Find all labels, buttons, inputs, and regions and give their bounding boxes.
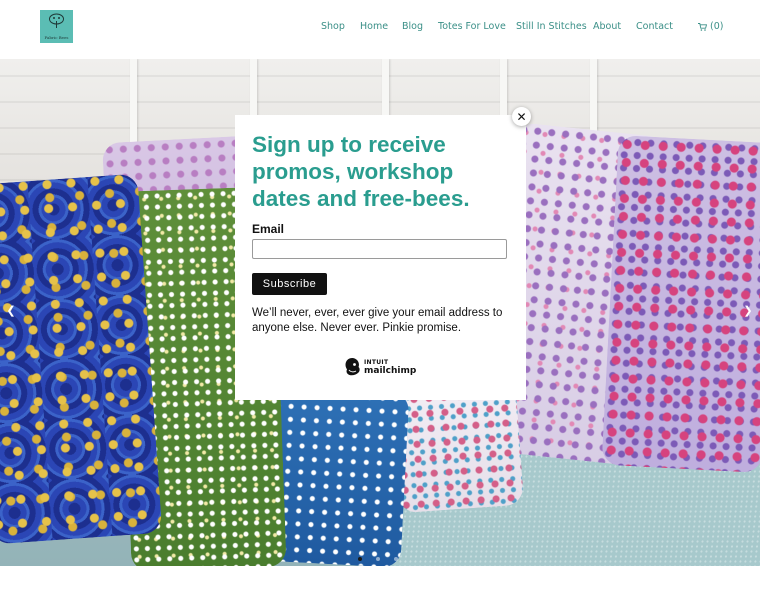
slide-indicators: [358, 557, 398, 561]
site-header: Fabric Bees Shop Home Blog Totes For Lov…: [0, 0, 760, 59]
mailchimp-badge[interactable]: INTUIT mailchimp: [344, 357, 416, 376]
page-below-hero: [0, 566, 760, 600]
brand-name: mailchimp: [364, 365, 417, 376]
site-logo[interactable]: Fabric Bees: [40, 10, 73, 43]
chevron-left-icon[interactable]: ❮: [5, 305, 17, 317]
close-icon[interactable]: ✕: [512, 107, 531, 126]
nav-blog[interactable]: Blog: [402, 21, 423, 32]
email-label: Email: [252, 222, 285, 236]
nav-contact[interactable]: Contact: [636, 21, 673, 32]
pillow-white-floral: [390, 384, 525, 514]
nav-about[interactable]: About: [593, 21, 621, 32]
subscribe-button[interactable]: Subscribe: [252, 273, 327, 295]
nav-totes-for-love[interactable]: Totes For Love: [438, 21, 506, 32]
slide-dot[interactable]: [376, 557, 380, 561]
cart-count: (0): [710, 21, 724, 32]
nav-home[interactable]: Home: [360, 21, 388, 32]
cart-link[interactable]: (0): [698, 21, 723, 32]
logo-text: Fabric Bees: [44, 35, 69, 40]
email-field[interactable]: [252, 239, 507, 259]
bee-tree-icon: [49, 13, 64, 28]
pillow-navy-paisley: [0, 173, 163, 545]
nav-shop[interactable]: Shop: [321, 21, 345, 32]
cart-icon: [698, 22, 707, 31]
mailchimp-monkey-icon: [345, 358, 360, 376]
newsletter-popup: Sign up to receive promos, workshop date…: [235, 115, 526, 400]
chevron-right-icon[interactable]: ❯: [742, 305, 754, 317]
nav-still-in-stitches[interactable]: Still In Stitches: [516, 21, 587, 32]
privacy-note: We’ll never, ever, ever give your email …: [252, 307, 503, 334]
popup-title: Sign up to receive promos, workshop date…: [252, 132, 470, 211]
slide-dot[interactable]: [394, 557, 398, 561]
pillow-purple-pink: [601, 135, 760, 473]
slide-dot[interactable]: [358, 557, 362, 561]
